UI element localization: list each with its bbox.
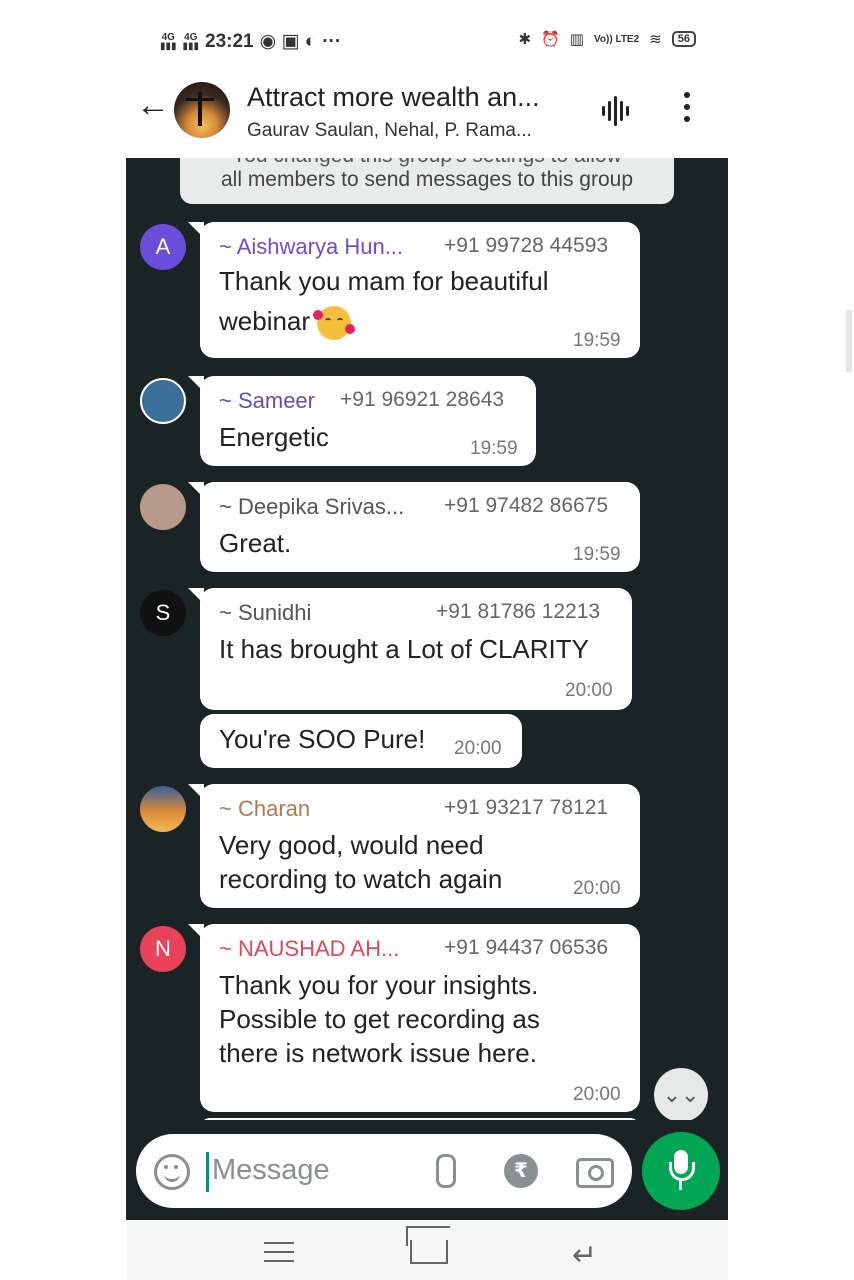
sender-name[interactable]: ~ Charan [219, 796, 310, 822]
sender-phone: +91 97482 86675 [444, 494, 609, 517]
status-extra: ··· [322, 30, 342, 52]
message-bubble[interactable]: ~ NAUSHAD AH... +91 94437 06536 Thank yo… [188, 924, 640, 1112]
bluetooth-icon: ✱ [518, 31, 532, 48]
avatar[interactable]: N [140, 926, 186, 972]
message-text: Thank you for your insights. [219, 970, 539, 1000]
sender-phone: +91 96921 28643 [340, 388, 505, 411]
message-time: 20:00 [573, 1084, 621, 1105]
message-time: 19:59 [470, 438, 518, 459]
status-bar: 4G ▮▮▮ 4G ▮▮▮ 23:21 ◉ ▣ ◐ ··· ✱ ⏰ ▥ Vo)) L… [126, 26, 726, 58]
chat-header: ← Attract more wealth an... Gaurav Saula… [126, 62, 728, 158]
wifi-icon: ≋ [649, 31, 662, 48]
status-time: 23:21 [205, 30, 254, 52]
group-members[interactable]: Gaurav Saulan, Nehal, P. Rama... [247, 120, 532, 142]
home-icon[interactable] [410, 1240, 448, 1264]
message-bubble[interactable]: ~ Sameer +91 96921 28643 Energetic 19:59 [188, 376, 536, 466]
message-text: It has brought a Lot of CLARITY [219, 634, 589, 664]
message-text: You're SOO Pure! [219, 724, 426, 754]
camera-icon[interactable] [576, 1158, 614, 1188]
sender-phone: +91 99728 44593 [444, 234, 609, 257]
mic-icon[interactable] [642, 1132, 720, 1210]
message-time: 20:00 [573, 878, 621, 899]
battery-indicator: 56 [671, 31, 696, 47]
avatar[interactable] [140, 786, 186, 832]
message-input[interactable]: Message ₹ [136, 1134, 632, 1208]
message-bubble[interactable]: You're SOO Pure! 20:00 [200, 714, 522, 768]
message-time: 19:59 [573, 544, 621, 565]
avatar[interactable] [140, 484, 186, 530]
message-text: Energetic [219, 422, 329, 452]
message-placeholder[interactable]: Message [212, 1154, 330, 1187]
attach-icon[interactable] [436, 1154, 456, 1188]
message-bubble[interactable]: ~ Sunidhi +91 81786 12213 It has brought… [188, 588, 632, 710]
message-time: 20:00 [454, 738, 502, 759]
sender-name[interactable]: ~ Sameer [219, 388, 315, 414]
chat-area[interactable]: You changed this group's settings to all… [126, 158, 728, 1120]
avatar[interactable]: S [140, 590, 186, 636]
avatar[interactable] [140, 378, 186, 424]
avatar[interactable]: A [140, 224, 186, 270]
system-navbar: ↵ [126, 1220, 728, 1280]
message-time: 19:59 [573, 330, 621, 351]
system-back-icon[interactable]: ↵ [572, 1238, 597, 1273]
signal-2-icon: 4G ▮▮▮ [182, 31, 200, 52]
message-text: Very good, would need [219, 830, 484, 860]
sender-name[interactable]: ~ Aishwarya Hun... [219, 234, 403, 260]
message-text: recording to watch again [219, 864, 503, 894]
signal-1-icon: 4G ▮▮▮ [160, 31, 177, 52]
sender-phone: +91 81786 12213 [436, 600, 601, 623]
voice-chat-icon[interactable] [602, 94, 629, 128]
group-title[interactable]: Attract more wealth an... [247, 82, 540, 113]
message-bubble[interactable]: ~ Charan +91 93217 78121 Very good, woul… [188, 784, 640, 908]
message-bubble[interactable]: ~ Aishwarya Hun... +91 99728 44593 Thank… [188, 222, 640, 358]
notification-icons: ◉ ▣ ◐ [259, 31, 317, 52]
smiling-face-with-hearts-icon [313, 306, 356, 341]
message-bubble[interactable]: ~ Deepika Srivas... +91 97482 86675 Grea… [188, 482, 640, 572]
more-options-icon[interactable] [684, 92, 690, 122]
back-arrow-icon[interactable]: ← [136, 86, 170, 125]
emoji-icon[interactable] [154, 1154, 190, 1190]
vibrate-icon: ▥ [569, 31, 584, 48]
sender-phone: +91 93217 78121 [444, 796, 609, 819]
message-text: Great. [219, 528, 292, 558]
sender-name[interactable]: ~ NAUSHAD AH... [219, 936, 399, 962]
message-text: Thank you mam for beautiful [219, 266, 549, 296]
sender-name[interactable]: ~ Deepika Srivas... [219, 494, 404, 520]
sender-name[interactable]: ~ Sunidhi [219, 600, 311, 626]
sender-phone: +91 94437 06536 [444, 936, 609, 959]
status-left: 4G ▮▮▮ 4G ▮▮▮ 23:21 ◉ ▣ ◐ ··· [160, 30, 341, 53]
text-cursor [206, 1152, 209, 1192]
message-text: webinar [219, 304, 356, 341]
volte-icon: Vo)) LTE2 [593, 33, 640, 45]
scroll-down-icon[interactable]: ⌄⌄ [654, 1068, 708, 1120]
input-bar: Message ₹ [126, 1120, 728, 1220]
recent-apps-icon[interactable] [264, 1242, 294, 1269]
message-text: Possible to get recording as [219, 1004, 540, 1034]
status-right: ✱ ⏰ ▥ Vo)) LTE2 ≋ 56 [519, 30, 696, 48]
edge-indicator [846, 310, 852, 372]
system-message: You changed this group's settings to all… [180, 158, 674, 204]
alarm-icon: ⏰ [541, 31, 560, 48]
group-avatar[interactable] [174, 82, 230, 138]
message-text: there is network issue here. [219, 1038, 537, 1068]
payment-icon[interactable]: ₹ [504, 1154, 538, 1188]
message-time: 20:00 [565, 680, 613, 701]
